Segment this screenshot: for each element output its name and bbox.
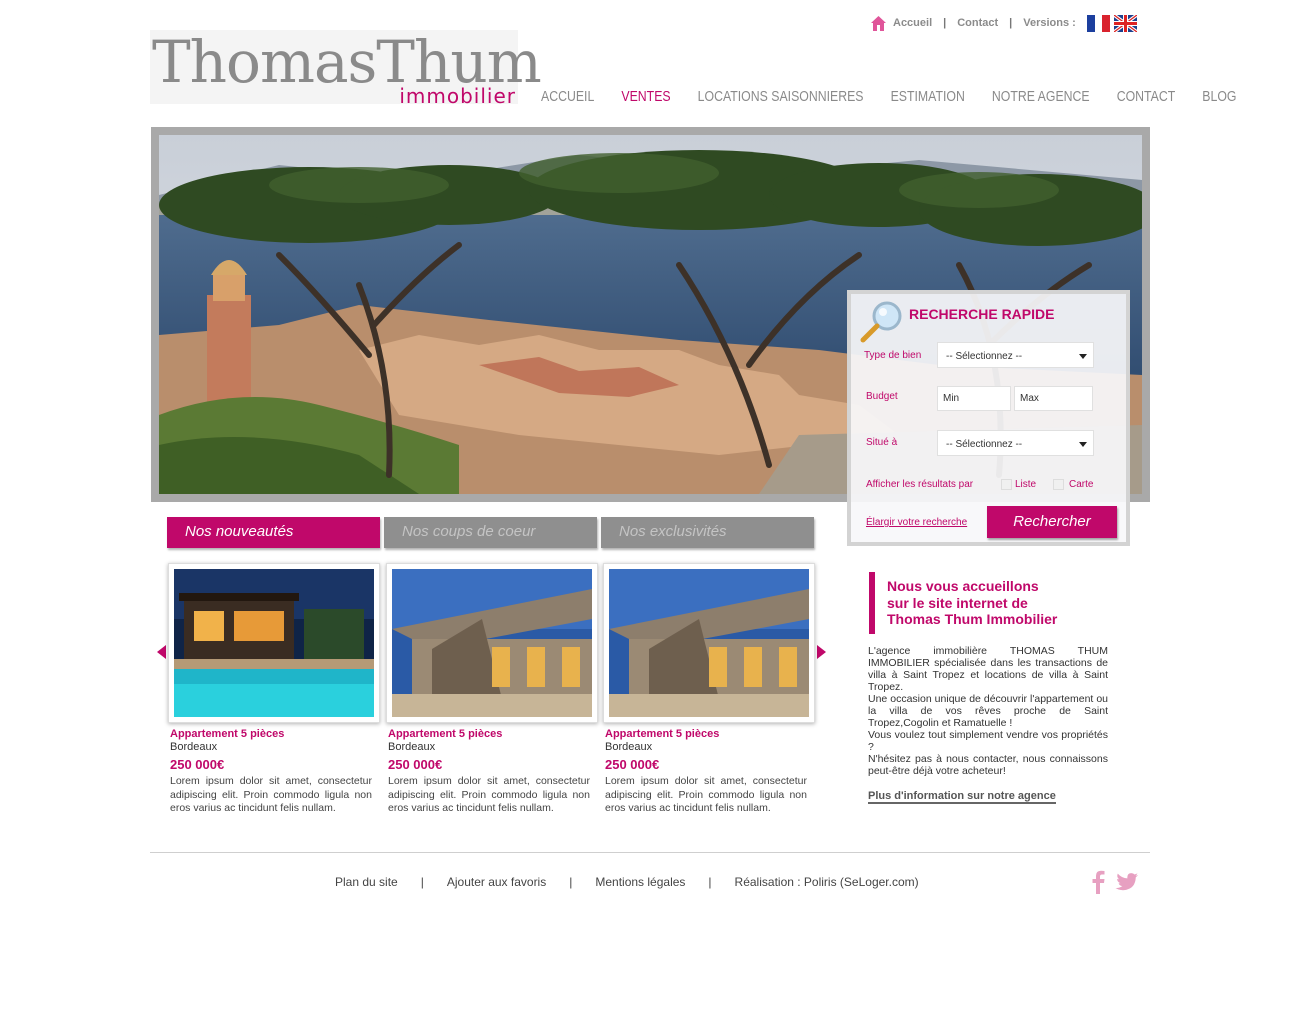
separator: | xyxy=(708,875,712,889)
versions-label: Versions : xyxy=(1023,17,1076,29)
welcome-paragraph: Vous voulez tout simplement vendre vos p… xyxy=(868,729,1108,753)
top-link-contact[interactable]: Contact xyxy=(957,17,998,29)
listing-city: Bordeaux xyxy=(170,741,218,753)
listing-description: Lorem ipsum dolor sit amet, consectetur … xyxy=(170,775,372,814)
separator: | xyxy=(420,875,424,889)
welcome-accent-bar xyxy=(869,572,875,634)
search-title: RECHERCHE RAPIDE xyxy=(909,306,1055,322)
tab-nouveautes[interactable]: Nos nouveautés xyxy=(167,517,380,548)
budget-min-input[interactable]: Min xyxy=(937,386,1011,411)
facebook-icon[interactable] xyxy=(1090,870,1106,894)
footer-credits[interactable]: Réalisation : Poliris (SeLoger.com) xyxy=(735,875,919,889)
budget-label: Budget xyxy=(866,391,898,402)
listing-photo[interactable] xyxy=(386,563,598,723)
footer-divider xyxy=(150,852,1150,853)
type-select[interactable]: -- Sélectionnez -- xyxy=(937,342,1094,368)
listing-price: 250 000€ xyxy=(388,757,443,772)
separator: | xyxy=(1009,17,1013,29)
listing-photo[interactable] xyxy=(168,563,380,723)
location-select[interactable]: -- Sélectionnez -- xyxy=(937,430,1094,456)
nav-estimation[interactable]: ESTIMATION xyxy=(891,88,965,105)
home-icon[interactable] xyxy=(870,15,887,32)
nav-blog[interactable]: BLOG xyxy=(1202,88,1236,105)
footer-legal-link[interactable]: Mentions légales xyxy=(595,875,685,889)
budget-max-input[interactable]: Max xyxy=(1014,386,1093,411)
map-option-label: Carte xyxy=(1069,479,1094,490)
separator: | xyxy=(943,17,947,29)
nav-notre-agence[interactable]: NOTRE AGENCE xyxy=(992,88,1090,105)
listing-description: Lorem ipsum dolor sit amet, consectetur … xyxy=(605,775,807,814)
agency-info-link[interactable]: Plus d'information sur notre agence xyxy=(868,790,1056,804)
magnifier-icon xyxy=(860,301,902,343)
chevron-down-icon xyxy=(1079,442,1087,447)
chevron-down-icon xyxy=(1079,354,1087,359)
welcome-title-line: sur le site internet de xyxy=(887,594,1028,611)
welcome-paragraph: Une occasion unique de découvrir l'appar… xyxy=(868,693,1108,729)
top-link-home[interactable]: Accueil xyxy=(893,17,932,29)
site-logo[interactable]: ThomasThum immobilier xyxy=(150,28,542,108)
welcome-paragraph: N'hésitez pas à nous contacter, nous con… xyxy=(868,753,1108,777)
listing-title[interactable]: Appartement 5 pièces xyxy=(170,728,380,740)
welcome-paragraph: L'agence immobilière THOMAS THUM IMMOBIL… xyxy=(868,645,1108,693)
list-option-label: Liste xyxy=(1015,479,1037,490)
welcome-title-line: Nous vous accueillons xyxy=(887,578,1039,594)
flag-fr-icon[interactable] xyxy=(1086,14,1110,32)
arrow-left-icon[interactable] xyxy=(157,645,166,659)
location-label: Situé à xyxy=(866,437,898,448)
footer-favorites-link[interactable]: Ajouter aux favoris xyxy=(447,875,546,889)
listing-title[interactable]: Appartement 5 pièces xyxy=(388,728,598,740)
type-label: Type de bien xyxy=(864,350,922,361)
tab-exclusivites[interactable]: Nos exclusivités xyxy=(601,517,814,548)
quick-search-panel: RECHERCHE RAPIDE Type de bien -- Sélecti… xyxy=(847,290,1130,546)
twitter-icon[interactable] xyxy=(1115,872,1139,892)
arrow-right-icon[interactable] xyxy=(817,645,826,659)
nav-accueil[interactable]: ACCUEIL xyxy=(541,88,594,105)
listing-card[interactable]: Appartement 5 pièces Bordeaux 250 000€ L… xyxy=(386,563,598,816)
listing-title[interactable]: Appartement 5 pièces xyxy=(605,728,815,740)
tab-coups-de-coeur[interactable]: Nos coups de coeur xyxy=(384,517,597,548)
main-nav: ACCUEIL VENTES LOCATIONS SAISONNIERES ES… xyxy=(541,88,1264,105)
logo-subtitle: immobilier xyxy=(399,84,516,108)
listing-card[interactable]: Appartement 5 pièces Bordeaux 250 000€ L… xyxy=(168,563,380,816)
welcome-title: Nous vous accueillons sur le site intern… xyxy=(887,578,1087,628)
nav-ventes[interactable]: VENTES xyxy=(621,88,670,105)
welcome-title-line: Thomas Thum Immobilier xyxy=(887,611,1058,627)
listing-photo[interactable] xyxy=(603,563,815,723)
footer-links: Plan du site | Ajouter aux favoris | Men… xyxy=(335,875,919,889)
type-select-value: -- Sélectionnez -- xyxy=(946,351,1023,362)
location-select-value: -- Sélectionnez -- xyxy=(946,439,1023,450)
separator: | xyxy=(569,875,573,889)
search-button[interactable]: Rechercher xyxy=(987,506,1117,538)
nav-contact[interactable]: CONTACT xyxy=(1117,88,1176,105)
listing-description: Lorem ipsum dolor sit amet, consectetur … xyxy=(388,775,590,814)
listing-price: 250 000€ xyxy=(605,757,660,772)
flag-uk-icon[interactable] xyxy=(1113,14,1137,32)
listing-price: 250 000€ xyxy=(170,757,225,772)
listing-city: Bordeaux xyxy=(605,741,653,753)
welcome-text: L'agence immobilière THOMAS THUM IMMOBIL… xyxy=(868,645,1108,777)
widen-search-link[interactable]: Élargir votre recherche xyxy=(866,517,967,528)
top-links: Accueil | Contact | Versions : xyxy=(870,12,1137,34)
nav-locations-saisonnieres[interactable]: LOCATIONS SAISONNIERES xyxy=(698,88,864,105)
map-checkbox[interactable] xyxy=(1053,479,1064,490)
list-checkbox[interactable] xyxy=(1001,479,1012,490)
display-label: Afficher les résultats par xyxy=(866,479,974,490)
footer-sitemap-link[interactable]: Plan du site xyxy=(335,875,398,889)
listing-city: Bordeaux xyxy=(388,741,436,753)
listing-card[interactable]: Appartement 5 pièces Bordeaux 250 000€ L… xyxy=(603,563,815,816)
